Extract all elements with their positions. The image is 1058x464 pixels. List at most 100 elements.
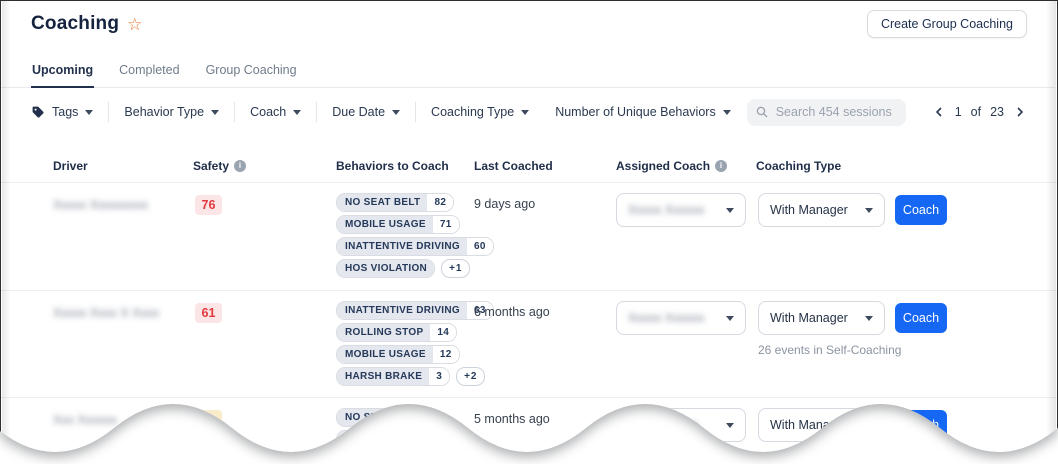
tag-icon [31, 105, 45, 119]
page-header: Coaching ☆ Create Group Coaching [31, 9, 1027, 39]
behavior-chip-row: NO SEAT BELT [336, 408, 428, 427]
prev-page-button[interactable] [932, 104, 946, 120]
filter-coach[interactable]: Coach [250, 105, 301, 119]
filter-left-group: Tags Behavior Type Coach Due Date Coaching T… [31, 102, 529, 122]
behavior-label: HARSH BRAKE [337, 368, 429, 385]
coaching-type-select[interactable]: With Manager [758, 193, 885, 227]
filter-label: Due Date [332, 105, 385, 119]
filter-bar: Tags Behavior Type Coach Due Date Coaching T… [31, 94, 1027, 130]
tab-upcoming[interactable]: Upcoming [31, 57, 94, 88]
behavior-chip-row: INATTENTIVE DRIVING63 [336, 301, 494, 320]
filter-coaching-type[interactable]: Coaching Type [431, 105, 529, 119]
row-divider [1, 397, 1057, 398]
row-divider [1, 182, 1057, 183]
pagination: 1 of 23 [932, 104, 1027, 120]
search-input[interactable] [774, 104, 897, 120]
behavior-label: HOS VIOLATION [337, 260, 434, 277]
driver-name-redacted[interactable]: Xxxxx Xxxxxxxxx [53, 198, 148, 212]
assigned-coach-select[interactable]: Xxxxx Xxxxxx [616, 193, 746, 227]
tab-completed[interactable]: Completed [118, 57, 180, 87]
page-of-label: of [971, 105, 981, 119]
behavior-chip: INATTENTIVE DRIVING63 [336, 301, 494, 320]
tab-bar: Upcoming Completed Group Coaching [1, 57, 1055, 88]
behavior-count: 14 [430, 324, 456, 341]
search-icon [756, 106, 768, 118]
behaviors-to-coach: NO SEAT BELT82MOBILE USAGE71INATTENTIVE … [336, 193, 494, 278]
behavior-count: 71 [433, 216, 459, 233]
behavior-overflow-chip[interactable]: +2 [456, 367, 485, 386]
coach-button[interactable]: Coach [895, 195, 947, 225]
behavior-label: INATTENTIVE DRIVING [337, 238, 467, 255]
filter-behavior-type[interactable]: Behavior Type [124, 105, 219, 119]
chevron-down-icon [521, 110, 529, 115]
behaviors-to-coach: NO SEAT BELT INATTENTIVE DRIVING [336, 408, 468, 449]
driver-name-redacted[interactable]: Xxxxx Xxxx X Xxxx [53, 306, 159, 320]
coaching-type-value: With Manager [770, 311, 848, 325]
safety-score-badge: 61 [195, 303, 222, 323]
filter-due-date[interactable]: Due Date [332, 105, 400, 119]
column-label: Behaviors to Coach [336, 159, 449, 173]
safety-score-badge: 76 [195, 195, 222, 215]
assigned-coach-select[interactable]: Xxxxx Xxxxx [616, 408, 746, 442]
behavior-chip: MOBILE USAGE71 [336, 215, 460, 234]
chevron-down-icon [865, 423, 873, 428]
behaviors-to-coach: INATTENTIVE DRIVING63 ROLLING STOP14 MOBIL… [336, 301, 494, 386]
last-coached-value: 6 months ago [474, 305, 550, 319]
filter-divider [234, 102, 235, 122]
coach-button[interactable]: Coach [895, 303, 947, 333]
assigned-coach-redacted: Xxxxx Xxxxx [628, 418, 698, 432]
behavior-label: MOBILE USAGE [337, 346, 433, 363]
table-row: Xxx Xxxxxx NO SEAT BELT INATTENTIVE DRIVIN… [1, 397, 1057, 464]
behavior-overflow-chip[interactable]: +1 [441, 259, 470, 278]
search-box[interactable] [747, 99, 906, 126]
chevron-down-icon [726, 316, 734, 321]
coach-button[interactable]: Coach [895, 410, 947, 440]
coaching-type-select[interactable]: With Manager [758, 301, 885, 335]
chevron-down-icon [726, 208, 734, 213]
behavior-label: NO SEAT BELT [337, 409, 427, 426]
behavior-chip-row: HOS VIOLATION +1 [336, 259, 470, 278]
table-row: Xxxxx Xxxxxxxxx 76 NO SEAT BELT82MOBILE US… [1, 182, 1057, 290]
behavior-chip-row: ROLLING STOP14 [336, 323, 457, 342]
filter-label: Behavior Type [124, 105, 204, 119]
info-icon[interactable]: i [234, 160, 246, 172]
behavior-chip: HARSH BRAKE3 [336, 367, 450, 386]
column-header-safety: Safetyi [193, 159, 246, 173]
assigned-coach-select[interactable]: Xxxxx Xxxxxx [616, 301, 746, 335]
behavior-chip-row: INATTENTIVE DRIVING [336, 430, 468, 449]
favorite-star-icon[interactable]: ☆ [127, 16, 142, 33]
coaching-type-select[interactable]: With Manager [758, 408, 885, 442]
filter-tags[interactable]: Tags [31, 105, 93, 119]
info-icon[interactable]: i [715, 160, 727, 172]
unique-behaviors-label: Number of Unique Behaviors [555, 105, 716, 119]
column-header-behaviors-to-coach: Behaviors to Coach [336, 159, 449, 173]
behavior-chip-row: HARSH BRAKE3 +2 [336, 367, 485, 386]
chevron-down-icon [726, 423, 734, 428]
chevron-down-icon [865, 208, 873, 213]
behavior-count: 3 [429, 368, 449, 385]
behavior-label: ROLLING STOP [337, 324, 430, 341]
column-header-last-coached: Last Coached [474, 159, 553, 173]
tab-group-coaching[interactable]: Group Coaching [205, 57, 298, 87]
chevron-down-icon [211, 110, 219, 115]
column-label: Last Coached [474, 159, 553, 173]
column-label: Driver [53, 159, 88, 173]
behavior-chip-row: INATTENTIVE DRIVING60 [336, 237, 494, 256]
chevron-down-icon [392, 110, 400, 115]
page-total: 23 [990, 105, 1004, 119]
page-current: 1 [955, 105, 962, 119]
behavior-chip-row: MOBILE USAGE71 [336, 215, 460, 234]
table-header-row: DriverSafetyiBehaviors to CoachLast Coac… [1, 151, 1057, 183]
page-title: Coaching [31, 13, 119, 35]
next-page-button[interactable] [1013, 104, 1027, 120]
behavior-chip: ROLLING STOP14 [336, 323, 457, 342]
unique-behaviors-dropdown[interactable]: Number of Unique Behaviors [555, 105, 731, 119]
create-group-coaching-button[interactable]: Create Group Coaching [867, 10, 1027, 38]
self-coaching-note: 26 events in Self-Coaching [758, 343, 901, 357]
column-label: Safety [193, 159, 229, 173]
driver-name-redacted[interactable]: Xxx Xxxxxx [53, 413, 117, 427]
filter-label: Coaching Type [431, 105, 514, 119]
column-header-assigned-coach: Assigned Coachi [616, 159, 727, 173]
behavior-chip: NO SEAT BELT [336, 408, 428, 427]
column-header-driver: Driver [53, 159, 88, 173]
